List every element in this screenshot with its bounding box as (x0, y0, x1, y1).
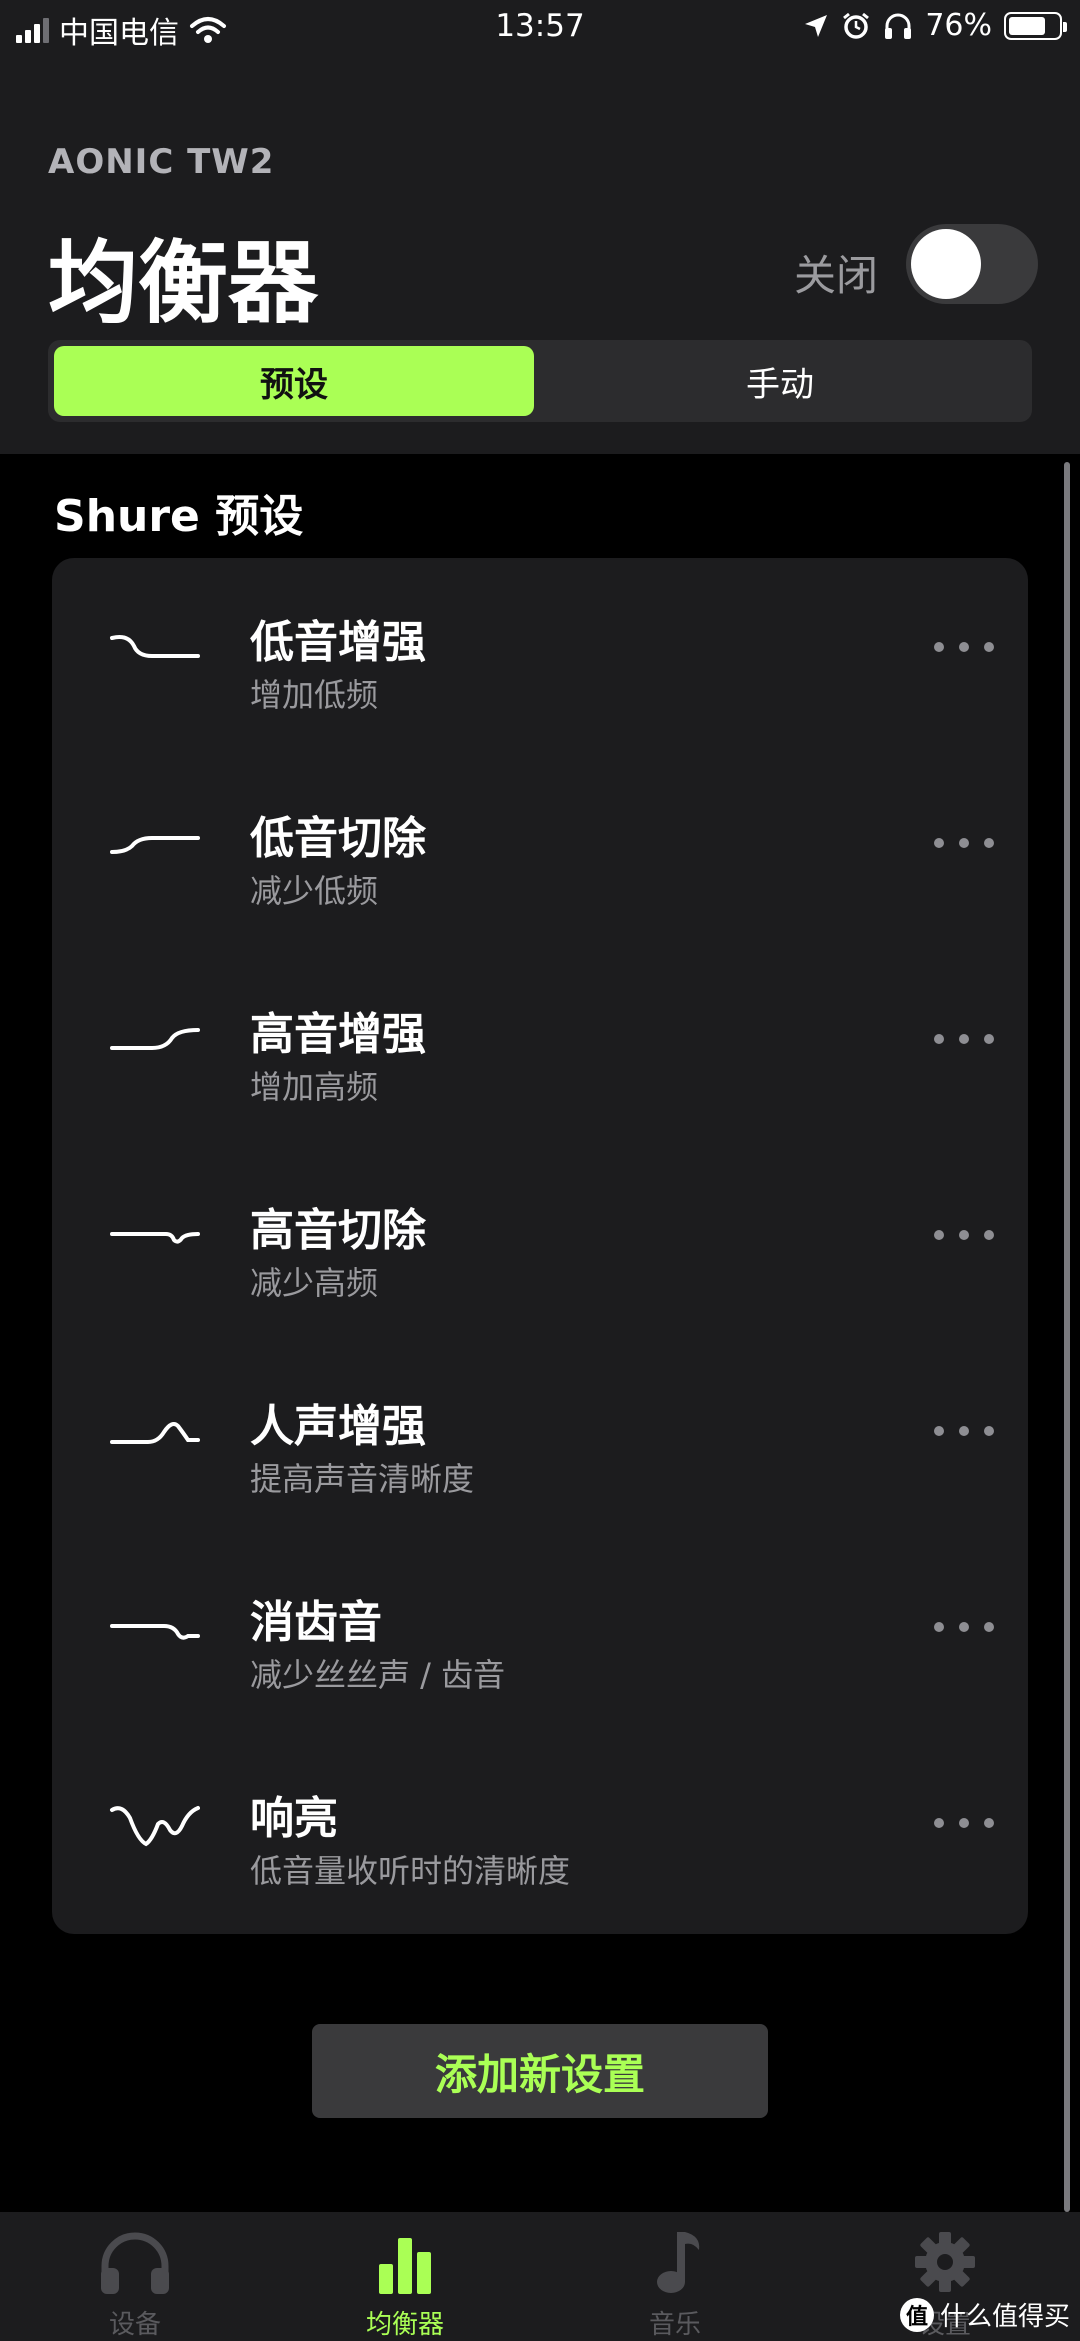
preset-subtitle: 低音量收听时的清晰度 (250, 1852, 571, 1890)
location-arrow-icon (805, 14, 828, 37)
preset-row-treble-cut[interactable]: 高音切除 减少高频 (52, 1168, 1028, 1338)
more-options-icon[interactable] (934, 1404, 994, 1458)
bass-boost-curve-icon (110, 635, 200, 658)
preset-row-de-ess[interactable]: 消齿音 减少丝丝声 / 齿音 (52, 1560, 1028, 1730)
preset-row-bass-cut[interactable]: 低音切除 减少低频 (52, 776, 1028, 946)
preset-title: 高音切除 (250, 1205, 426, 1256)
bass-cut-curve-icon (110, 836, 200, 854)
preset-title: 响亮 (250, 1793, 338, 1844)
more-options-icon[interactable] (934, 1796, 994, 1850)
headphones-icon (101, 2232, 169, 2294)
preset-subtitle: 减少低频 (250, 872, 379, 910)
header-area: 中国电信 13:57 76% AONIC TW2 均衡器 关闭 预设 手动 (0, 0, 1080, 454)
battery-percent: 76% (925, 8, 992, 43)
gear-icon (915, 2232, 975, 2292)
music-note-icon (657, 2232, 700, 2293)
preset-row-bass-boost[interactable]: 低音增强 增加低频 (52, 580, 1028, 750)
preset-row-loudness[interactable]: 响亮 低音量收听时的清晰度 (52, 1756, 1028, 1926)
battery-icon (1004, 11, 1067, 40)
page-title: 均衡器 (48, 231, 318, 336)
more-options-icon[interactable] (934, 1600, 994, 1654)
eq-toggle-label: 关闭 (794, 251, 879, 300)
tab-label: 音乐 (648, 2310, 701, 2340)
preset-title: 低音切除 (250, 813, 426, 864)
preset-row-vocal-boost[interactable]: 人声增强 提高声音清晰度 (52, 1364, 1028, 1534)
watermark: 值 什么值得买 (899, 2296, 1070, 2333)
preset-title: 低音增强 (250, 617, 426, 668)
headphones-status-icon (885, 13, 912, 39)
preset-subtitle: 增加高频 (250, 1068, 379, 1106)
preset-subtitle: 提高声音清晰度 (250, 1460, 475, 1498)
segment-manual[interactable]: 手动 (534, 346, 1026, 416)
vocal-boost-curve-icon (110, 1422, 200, 1444)
section-title: Shure 预设 (54, 491, 304, 542)
device-name: AONIC TW2 (48, 142, 275, 182)
tab-bar: 设备 均衡器 音乐 设置 值 什么值得买 (0, 2212, 1080, 2341)
tab-label: 设备 (108, 2310, 161, 2340)
eq-toggle-switch[interactable] (906, 224, 1038, 304)
watermark-badge: 值 (899, 2297, 934, 2332)
preset-row-treble-boost[interactable]: 高音增强 增加高频 (52, 972, 1028, 1142)
more-options-icon[interactable] (934, 816, 994, 870)
preset-title: 人声增强 (250, 1401, 426, 1452)
alarm-clock-icon (843, 12, 870, 39)
scrollbar[interactable] (1064, 462, 1070, 2212)
preset-list: 低音增强 增加低频 低音切除 减少低频 高音增强 增加高频 高音切除 减少高频 … (52, 558, 1028, 1934)
more-options-icon[interactable] (934, 1012, 994, 1066)
tab-devices[interactable]: 设备 (45, 2230, 225, 2341)
tab-equalizer[interactable]: 均衡器 (315, 2230, 495, 2341)
preset-subtitle: 减少丝丝声 / 齿音 (250, 1656, 506, 1694)
treble-cut-curve-icon (110, 1232, 200, 1244)
segment-preset[interactable]: 预设 (54, 346, 534, 416)
tab-label: 均衡器 (365, 2310, 444, 2340)
equalizer-bars-icon (379, 2238, 431, 2294)
add-new-setting-button[interactable]: 添加新设置 (312, 2024, 768, 2118)
more-options-icon[interactable] (934, 620, 994, 674)
preset-subtitle: 减少高频 (250, 1264, 379, 1302)
preset-subtitle: 增加低频 (250, 676, 379, 714)
treble-boost-curve-icon (110, 1028, 200, 1050)
preset-manual-segmented-control: 预设 手动 (48, 340, 1032, 422)
de-ess-curve-icon (110, 1624, 200, 1640)
toggle-knob (911, 229, 981, 299)
more-options-icon[interactable] (934, 1208, 994, 1262)
tab-music[interactable]: 音乐 (585, 2230, 765, 2341)
loudness-curve-icon (110, 1806, 200, 1847)
preset-title: 消齿音 (250, 1597, 382, 1648)
watermark-text: 什么值得买 (939, 2302, 1070, 2332)
preset-title: 高音增强 (250, 1009, 426, 1060)
status-bar: 中国电信 13:57 76% (0, 0, 1080, 56)
